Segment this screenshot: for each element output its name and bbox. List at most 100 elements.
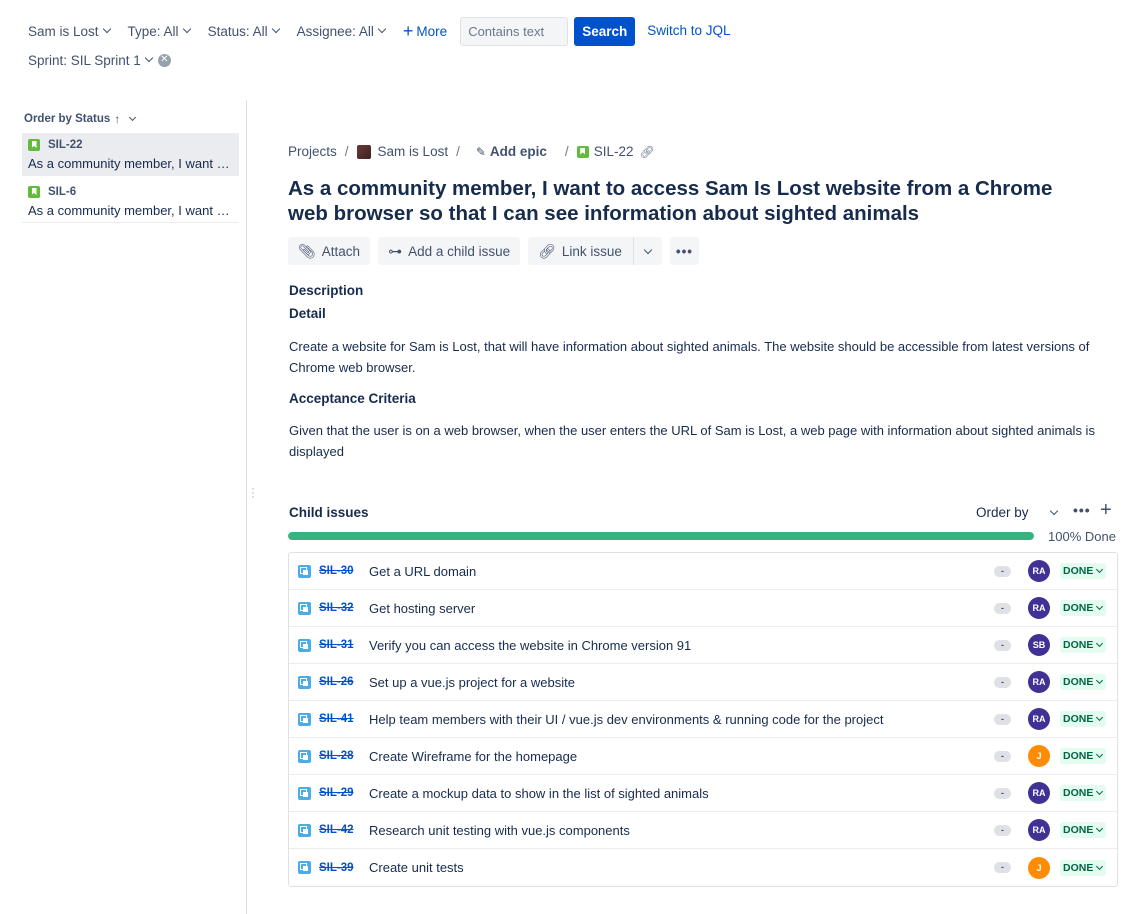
- issue-list-panel: Order by Status ↑ SIL-22 As a community …: [0, 100, 247, 914]
- switch-to-jql-link[interactable]: Switch to JQL: [647, 23, 730, 38]
- table-row[interactable]: SIL-41 Help team members with their UI / …: [289, 701, 1117, 738]
- status-dropdown[interactable]: DONE: [1060, 674, 1107, 690]
- add-epic-button[interactable]: ✎ Add epic: [476, 144, 547, 159]
- filter-row: Sam is Lost Type: All Status: All Assign…: [28, 16, 731, 46]
- table-row[interactable]: SIL-28 Create Wireframe for the homepage -…: [289, 738, 1117, 775]
- child-issue-key[interactable]: SIL-32: [319, 602, 354, 614]
- add-child-issue-icon[interactable]: +: [1100, 499, 1112, 522]
- avatar[interactable]: RA: [1028, 708, 1050, 730]
- table-row[interactable]: SIL-26 Set up a vue.js project for a webs…: [289, 664, 1117, 701]
- breadcrumb-projects[interactable]: Projects: [288, 144, 337, 159]
- search-button[interactable]: Search: [574, 16, 636, 46]
- table-row[interactable]: SIL-39 Create unit tests - J DONE: [289, 849, 1117, 886]
- attach-button[interactable]: 📎︎ Attach: [288, 237, 371, 265]
- chevron-down-icon: [1096, 713, 1104, 722]
- child-issue-summary[interactable]: Create unit tests: [369, 860, 464, 875]
- list-item-selected[interactable]: SIL-22 As a community member, I want to …: [22, 133, 239, 176]
- progress-label: 100% Done: [1048, 529, 1116, 544]
- avatar[interactable]: RA: [1028, 597, 1050, 619]
- project-filter[interactable]: Sam is Lost: [28, 24, 111, 39]
- breadcrumb-separator: /: [564, 144, 569, 159]
- child-issue-summary[interactable]: Set up a vue.js project for a website: [369, 675, 575, 690]
- subtask-icon: [298, 786, 311, 800]
- child-issue-summary[interactable]: Get hosting server: [369, 601, 475, 616]
- resize-handle[interactable]: · · ·: [251, 484, 255, 503]
- table-row[interactable]: SIL-42 Research unit testing with vue.js …: [289, 812, 1117, 849]
- list-item-key-text: SIL-22: [48, 139, 83, 151]
- table-row[interactable]: SIL-30 Get a URL domain - RA DONE: [289, 553, 1117, 590]
- sprint-filter[interactable]: Sprint: SIL Sprint 1: [28, 53, 154, 68]
- child-issue-key[interactable]: SIL-42: [319, 824, 354, 836]
- issue-title[interactable]: As a community member, I want to access …: [288, 176, 1088, 226]
- child-issue-key[interactable]: SIL-31: [319, 639, 354, 651]
- chevron-down-icon: [1096, 676, 1104, 685]
- link-icon[interactable]: 🔗︎: [639, 145, 654, 159]
- child-issue-key[interactable]: SIL-28: [319, 750, 354, 762]
- child-issue-summary[interactable]: Create Wireframe for the homepage: [369, 749, 577, 764]
- avatar[interactable]: RA: [1028, 819, 1050, 841]
- chevron-down-icon: [271, 24, 280, 34]
- status-dropdown[interactable]: DONE: [1060, 785, 1107, 801]
- child-issues-heading: Child issues: [289, 505, 369, 520]
- child-issue-key[interactable]: SIL-26: [319, 676, 354, 688]
- child-issue-summary[interactable]: Help team members with their UI / vue.js…: [369, 712, 883, 727]
- arrow-up-icon: ↑: [114, 112, 121, 126]
- child-issues-more-icon[interactable]: •••: [1073, 502, 1091, 518]
- list-item[interactable]: SIL-6 As a community member, I want to r…: [22, 180, 239, 223]
- breadcrumb-issue-key[interactable]: SIL-22: [594, 144, 634, 159]
- list-item-key: SIL-22: [28, 137, 233, 153]
- avatar[interactable]: J: [1028, 745, 1050, 767]
- status-badge: DONE: [1063, 713, 1094, 725]
- issue-actions: 📎︎ Attach ⊶ Add a child issue 🔗︎ Link is…: [288, 237, 707, 265]
- pencil-icon: ✎: [475, 144, 486, 159]
- breadcrumb-project[interactable]: Sam is Lost: [378, 144, 449, 159]
- status-dropdown[interactable]: DONE: [1060, 711, 1107, 727]
- subtask-icon: [298, 861, 311, 874]
- type-filter[interactable]: Type: All: [128, 24, 191, 39]
- table-row[interactable]: SIL-29 Create a mockup data to show in th…: [289, 775, 1117, 812]
- clear-sprint-icon[interactable]: ✕: [157, 53, 171, 67]
- subtask-icon: [298, 712, 311, 726]
- child-issue-key[interactable]: SIL-41: [319, 713, 354, 725]
- detail-text[interactable]: Create a website for Sam is Lost, that w…: [289, 336, 1109, 378]
- list-item-summary: As a community member, I want to report …: [28, 203, 233, 218]
- child-issue-summary[interactable]: Verify you can access the website in Chr…: [369, 638, 691, 653]
- story-icon: [28, 139, 40, 151]
- link-issue-button[interactable]: 🔗︎ Link issue: [528, 237, 633, 265]
- child-issue-summary[interactable]: Research unit testing with vue.js compon…: [369, 823, 630, 838]
- avatar[interactable]: RA: [1028, 560, 1050, 582]
- avatar[interactable]: RA: [1028, 782, 1050, 804]
- child-issue-key[interactable]: SIL-30: [319, 565, 354, 577]
- table-row[interactable]: SIL-31 Verify you can access the website …: [289, 627, 1117, 664]
- priority-badge: -: [994, 713, 1011, 725]
- table-row[interactable]: SIL-32 Get hosting server - RA DONE: [289, 590, 1117, 627]
- acceptance-criteria-text[interactable]: Given that the user is on a web browser,…: [289, 420, 1109, 462]
- status-filter[interactable]: Status: All: [208, 24, 280, 39]
- chevron-down-icon: [1096, 862, 1104, 870]
- status-dropdown[interactable]: DONE: [1060, 600, 1107, 616]
- child-issues-order-by[interactable]: Order by: [976, 505, 1058, 520]
- status-dropdown[interactable]: DONE: [1060, 822, 1107, 838]
- status-dropdown[interactable]: DONE: [1060, 859, 1107, 876]
- link-issue-dropdown[interactable]: [632, 237, 662, 265]
- search-input[interactable]: [460, 16, 569, 46]
- status-dropdown[interactable]: DONE: [1060, 748, 1107, 764]
- chevron-down-icon: [144, 53, 154, 63]
- assignee-filter[interactable]: Assignee: All: [297, 24, 387, 39]
- more-filters-button[interactable]: + More: [403, 22, 447, 40]
- more-actions-button[interactable]: •••: [669, 237, 699, 265]
- breadcrumb-separator: /: [344, 144, 349, 159]
- breadcrumb-separator: /: [456, 144, 460, 159]
- child-issue-summary[interactable]: Get a URL domain: [369, 564, 476, 579]
- child-issue-summary[interactable]: Create a mockup data to show in the list…: [369, 786, 709, 801]
- status-dropdown[interactable]: DONE: [1060, 563, 1107, 579]
- add-child-issue-button[interactable]: ⊶ Add a child issue: [378, 237, 521, 265]
- avatar[interactable]: SB: [1028, 634, 1050, 656]
- child-issue-key[interactable]: SIL-29: [319, 787, 354, 799]
- avatar[interactable]: RA: [1028, 671, 1050, 693]
- avatar[interactable]: J: [1028, 856, 1050, 879]
- status-dropdown[interactable]: DONE: [1060, 637, 1107, 653]
- child-issue-key[interactable]: SIL-39: [319, 862, 354, 874]
- more-filters-label: More: [416, 23, 448, 39]
- order-by-status-button[interactable]: Order by Status ↑: [24, 112, 137, 126]
